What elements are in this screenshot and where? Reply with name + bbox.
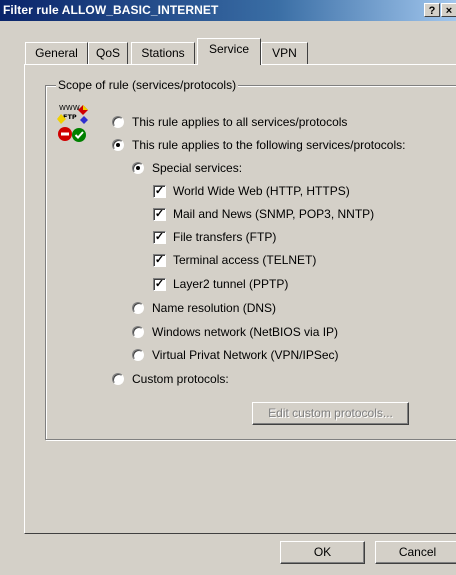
tab-service[interactable]: Service: [197, 38, 261, 65]
scope-group-legend: Scope of rule (services/protocols): [56, 78, 239, 92]
services-protocols-icon: WWW FTP: [57, 104, 88, 142]
window-title: Filter rule ALLOW_BASIC_INTERNET: [3, 3, 219, 17]
checkbox-ftp[interactable]: ✓: [153, 231, 166, 244]
checkbox-pptp-label: Layer2 tunnel (PPTP): [173, 277, 289, 291]
radio-vpn-ipsec-label: Virtual Privat Network (VPN/IPSec): [152, 348, 339, 362]
checkbox-www-label: World Wide Web (HTTP, HTTPS): [173, 184, 350, 198]
checkbox-mail-news-label: Mail and News (SNMP, POP3, NNTP): [173, 207, 375, 221]
radio-following-services[interactable]: [112, 139, 124, 151]
radio-netbios[interactable]: [132, 326, 144, 338]
radio-vpn-ipsec[interactable]: [132, 349, 144, 361]
radio-special-services-label: Special services:: [152, 161, 243, 175]
checkbox-telnet[interactable]: ✓: [153, 254, 166, 267]
radio-netbios-label: Windows network (NetBIOS via IP): [152, 325, 339, 339]
filter-rule-dialog: Filter rule ALLOW_BASIC_INTERNET ? × Gen…: [0, 0, 456, 575]
radio-dns[interactable]: [132, 302, 144, 314]
checkbox-telnet-label: Terminal access (TELNET): [173, 253, 317, 267]
tab-stations[interactable]: Stations: [131, 42, 195, 64]
tab-qos[interactable]: QoS: [88, 42, 128, 64]
tab-vpn[interactable]: VPN: [261, 42, 308, 64]
title-bar: Filter rule ALLOW_BASIC_INTERNET ? ×: [0, 0, 456, 21]
tab-general[interactable]: General: [25, 42, 88, 64]
checkbox-ftp-label: File transfers (FTP): [173, 230, 277, 244]
www-icon-text: WWW: [59, 104, 80, 112]
radio-following-services-label: This rule applies to the following servi…: [132, 138, 406, 152]
checkbox-mail-news[interactable]: ✓: [153, 208, 166, 221]
radio-special-services[interactable]: [132, 162, 144, 174]
cancel-button[interactable]: Cancel: [375, 541, 456, 564]
close-button[interactable]: ×: [441, 3, 456, 17]
help-button[interactable]: ?: [424, 3, 440, 17]
ok-button[interactable]: OK: [280, 541, 365, 564]
radio-all-services[interactable]: [112, 116, 124, 128]
radio-all-services-label: This rule applies to all services/protoc…: [132, 115, 348, 129]
radio-custom-protocols-label: Custom protocols:: [132, 372, 229, 386]
checkbox-www[interactable]: ✓: [153, 185, 166, 198]
edit-custom-protocols-button[interactable]: Edit custom protocols...: [252, 402, 409, 425]
radio-custom-protocols[interactable]: [112, 373, 124, 385]
radio-dns-label: Name resolution (DNS): [152, 301, 277, 315]
checkbox-pptp[interactable]: ✓: [153, 278, 166, 291]
